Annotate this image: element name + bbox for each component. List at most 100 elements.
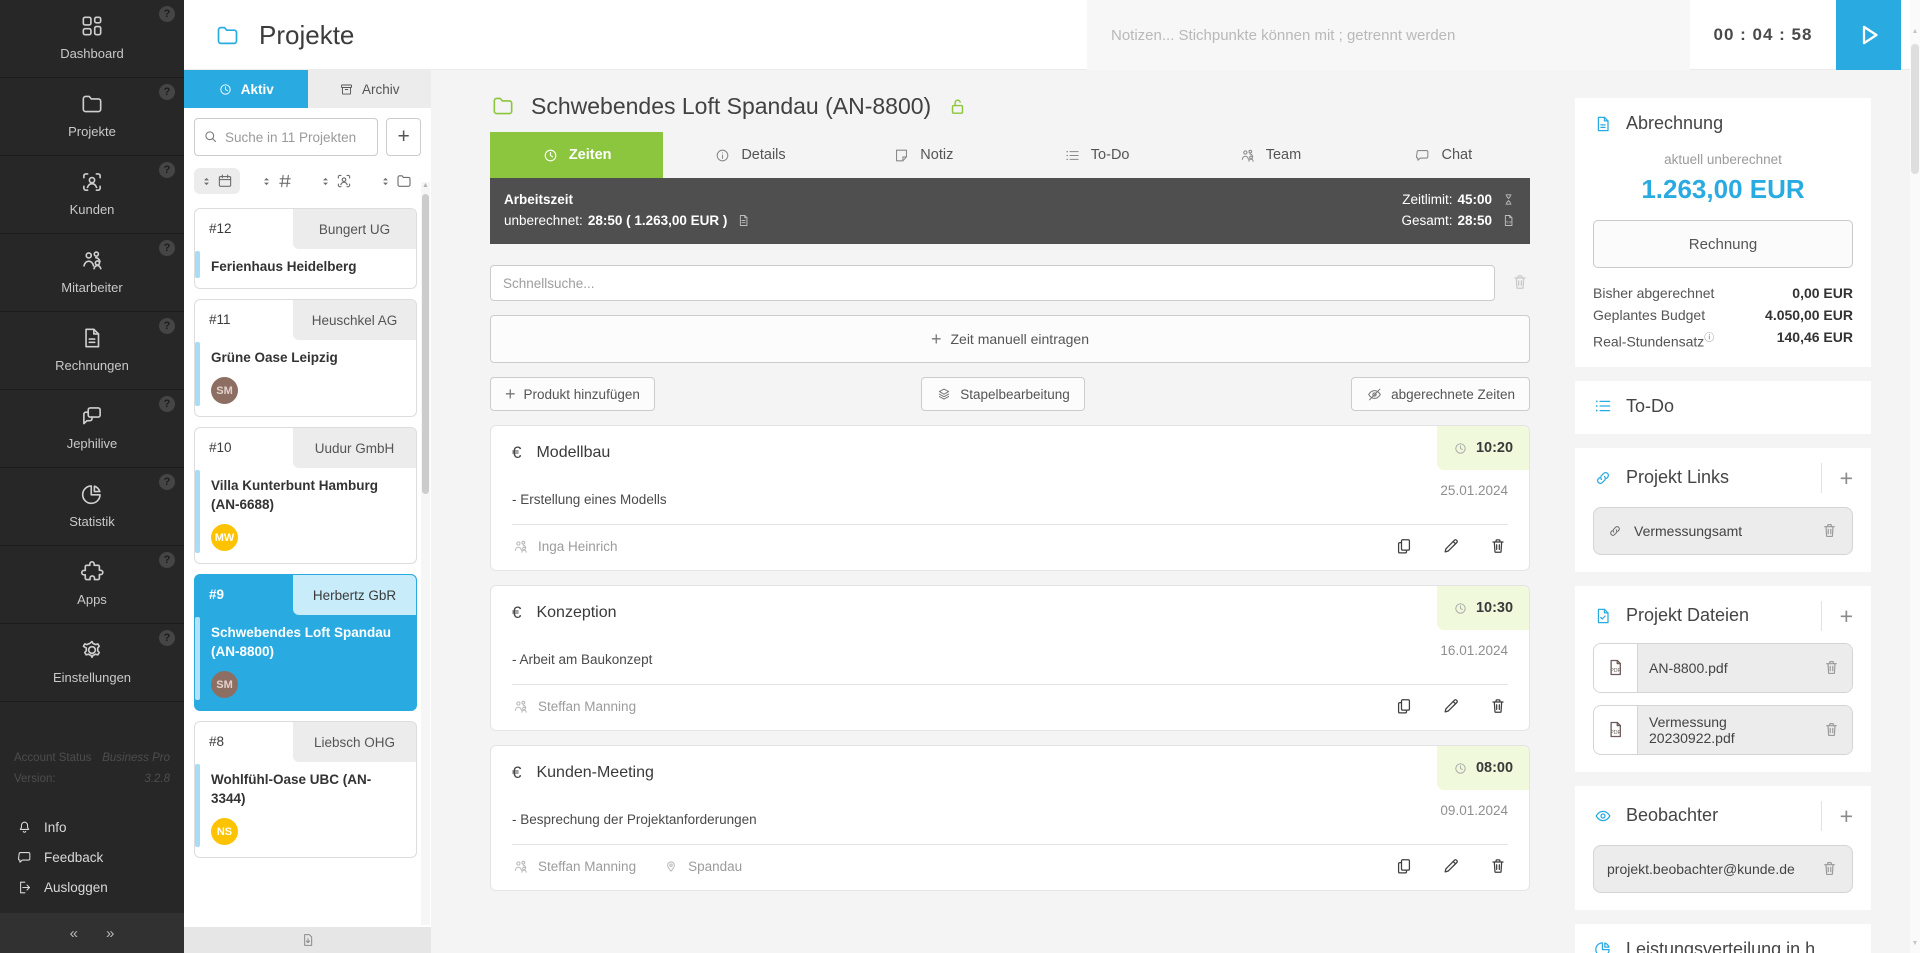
delete-entry-button[interactable]: [1488, 534, 1508, 558]
edit-entry-button[interactable]: [1441, 854, 1461, 878]
edit-entry-button[interactable]: [1441, 534, 1461, 558]
tab-aktiv[interactable]: Aktiv: [184, 70, 308, 108]
timer-notes-input[interactable]: [1087, 0, 1690, 70]
info-icon[interactable]: ⓘ: [1704, 333, 1714, 344]
scroll-down-icon[interactable]: ▼: [1910, 940, 1920, 947]
sort-arrows-icon: [200, 175, 213, 188]
sidebar-item-mitarbeiter[interactable]: Mitarbeiter ?: [0, 234, 184, 312]
tab-todo[interactable]: To-Do: [1010, 132, 1183, 178]
sidebar-item-rechnungen[interactable]: Rechnungen ?: [0, 312, 184, 390]
lock-open-icon[interactable]: [946, 95, 969, 118]
batch-edit-button[interactable]: Stapelbearbeitung: [921, 377, 1085, 411]
help-icon[interactable]: ?: [159, 318, 175, 334]
pdf-export-icon[interactable]: [1501, 213, 1516, 228]
timer-play-button[interactable]: [1836, 0, 1901, 70]
tab-archiv[interactable]: Archiv: [308, 70, 432, 108]
add-watcher-button[interactable]: +: [1840, 806, 1853, 826]
timer-display: 00 : 04 : 58: [1690, 0, 1836, 70]
quick-search-input[interactable]: [490, 265, 1495, 301]
tab-team[interactable]: Team: [1183, 132, 1356, 178]
project-card-selected[interactable]: #9 Herbertz GbR Schwebendes Loft Spandau…: [194, 574, 417, 711]
document-icon[interactable]: [736, 213, 751, 228]
help-icon[interactable]: ?: [159, 474, 175, 490]
collapse-right-icon[interactable]: »: [106, 925, 114, 942]
help-icon[interactable]: ?: [159, 240, 175, 256]
copy-entry-button[interactable]: [1394, 854, 1414, 878]
project-link-item[interactable]: Vermessungsamt: [1593, 507, 1853, 555]
sidebar-item-apps[interactable]: Apps ?: [0, 546, 184, 624]
file-import-icon[interactable]: [300, 932, 316, 948]
add-link-button[interactable]: +: [1840, 468, 1853, 488]
copy-entry-button[interactable]: [1394, 694, 1414, 718]
add-project-button[interactable]: +: [386, 118, 421, 156]
scroll-up-icon[interactable]: ▲: [1910, 28, 1920, 35]
project-file-item[interactable]: AN-8800.pdf: [1593, 643, 1853, 693]
collapse-left-icon[interactable]: «: [70, 925, 78, 942]
project-card[interactable]: #12 Bungert UG Ferienhaus Heidelberg: [194, 208, 417, 289]
delete-entry-button[interactable]: [1488, 694, 1508, 718]
sort-by-number[interactable]: [254, 168, 300, 194]
sidebar-logout-link[interactable]: Ausloggen: [16, 872, 174, 902]
tab-chat[interactable]: Chat: [1357, 132, 1530, 178]
scroll-up-icon[interactable]: ▲: [421, 182, 430, 189]
add-time-button[interactable]: + Zeit manuell eintragen: [490, 315, 1530, 363]
entry-date: 16.01.2024: [1440, 643, 1508, 658]
tab-details[interactable]: Details: [663, 132, 836, 178]
help-icon[interactable]: ?: [159, 552, 175, 568]
delete-watcher-button[interactable]: [1820, 858, 1839, 880]
pencil-icon: [1441, 856, 1461, 876]
sort-by-client[interactable]: [313, 168, 359, 194]
avatar: MW: [211, 524, 238, 551]
delete-file-button[interactable]: [1822, 657, 1841, 679]
add-file-button[interactable]: +: [1840, 606, 1853, 626]
page-scrollbar[interactable]: ▲ ▼: [1910, 0, 1920, 953]
add-product-button[interactable]: + Produkt hinzufügen: [490, 377, 655, 411]
entry-person: Steffan Manning: [538, 859, 636, 874]
sidebar-item-jephilive[interactable]: Jephilive ?: [0, 390, 184, 468]
client-chip: Uudur GmbH: [293, 428, 416, 468]
project-search-input[interactable]: [194, 118, 378, 156]
project-file-item[interactable]: Vermessung 20230922.pdf: [1593, 705, 1853, 755]
clock-icon: [218, 82, 233, 97]
project-list-scrollbar[interactable]: ▲: [421, 182, 430, 925]
trash-icon: [1822, 720, 1841, 739]
clock-icon: [542, 147, 559, 164]
clear-search-trash-icon[interactable]: [1510, 272, 1530, 292]
watcher-item[interactable]: projekt.beobachter@kunde.de: [1593, 845, 1853, 893]
invoice-document-icon: [1593, 114, 1613, 134]
info-icon: [714, 147, 731, 164]
copy-icon: [1394, 696, 1414, 716]
help-icon[interactable]: ?: [159, 6, 175, 22]
help-icon[interactable]: ?: [159, 396, 175, 412]
project-card[interactable]: #11 Heuschkel AG Grüne Oase Leipzig SM: [194, 299, 417, 417]
create-invoice-button[interactable]: Rechnung: [1593, 220, 1853, 268]
help-icon[interactable]: ?: [159, 162, 175, 178]
sidebar-item-projekte[interactable]: Projekte ?: [0, 78, 184, 156]
sidebar-info-link[interactable]: Info: [16, 812, 174, 842]
help-icon[interactable]: ?: [159, 84, 175, 100]
speech-bubble-icon: [1414, 147, 1431, 164]
scrollbar-thumb[interactable]: [1911, 44, 1919, 174]
sidebar-item-dashboard[interactable]: Dashboard ?: [0, 0, 184, 78]
todo-section[interactable]: To-Do: [1575, 381, 1871, 434]
delete-file-button[interactable]: [1822, 719, 1841, 741]
tab-zeiten[interactable]: Zeiten: [490, 132, 663, 178]
help-icon[interactable]: ?: [159, 630, 175, 646]
section-title: Beobachter: [1626, 805, 1718, 826]
project-card[interactable]: #8 Liebsch OHG Wohlfühl-Oase UBC (AN-334…: [194, 721, 417, 858]
project-card[interactable]: #10 Uudur GmbH Villa Kunterbunt Hamburg …: [194, 427, 417, 564]
sidebar-item-einstellungen[interactable]: Einstellungen ?: [0, 624, 184, 702]
sidebar-feedback-link[interactable]: Feedback: [16, 842, 174, 872]
sidebar-item-kunden[interactable]: Kunden ?: [0, 156, 184, 234]
delete-entry-button[interactable]: [1488, 854, 1508, 878]
copy-entry-button[interactable]: [1394, 534, 1414, 558]
delete-link-button[interactable]: [1820, 520, 1839, 542]
billed-times-button[interactable]: abgerechnete Zeiten: [1351, 377, 1530, 411]
scrollbar-thumb[interactable]: [422, 194, 429, 494]
sort-by-project[interactable]: [373, 168, 419, 194]
sidebar-item-statistik[interactable]: Statistik ?: [0, 468, 184, 546]
tab-notiz[interactable]: Notiz: [837, 132, 1010, 178]
edit-entry-button[interactable]: [1441, 694, 1461, 718]
bell-icon: [16, 819, 33, 836]
sort-by-date[interactable]: [194, 168, 240, 194]
